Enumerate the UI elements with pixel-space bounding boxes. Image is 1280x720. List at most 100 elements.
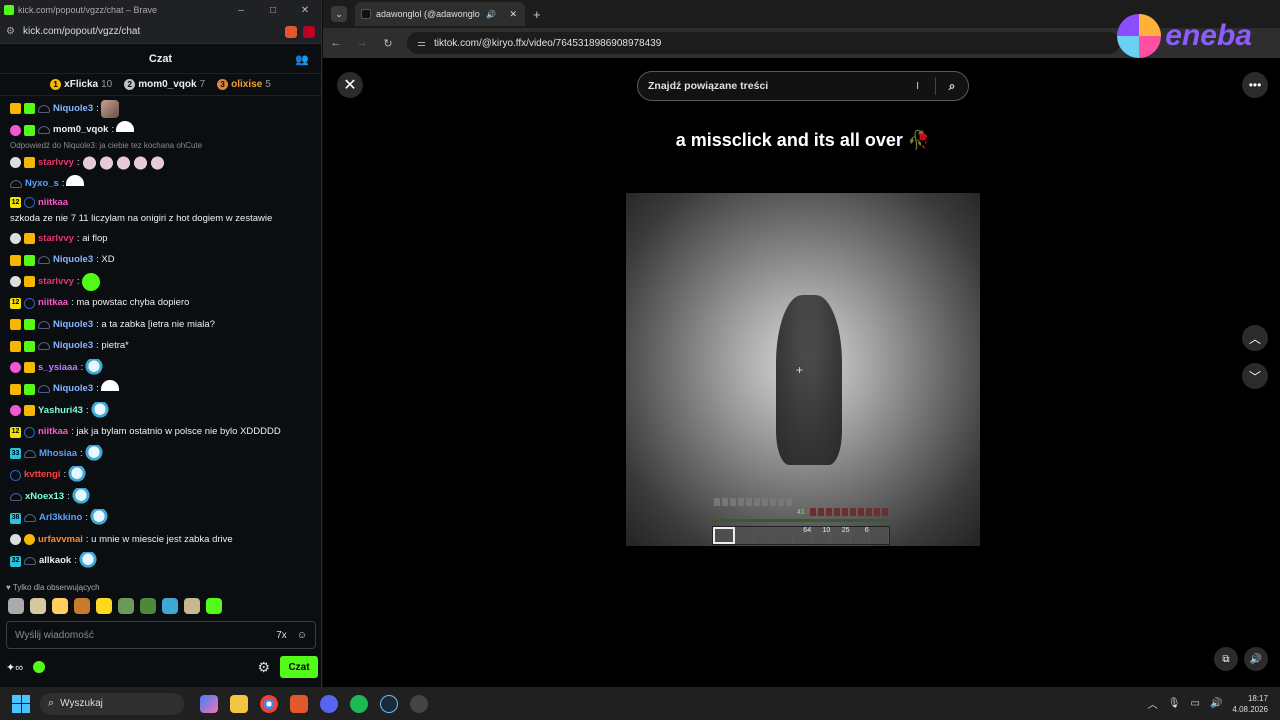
taskbar: ⌕ Wyszukaj ︿ 🎙 ▭ 🔊 18:17 4.08.2026: [0, 687, 1280, 720]
users-icon[interactable]: 👥: [295, 53, 309, 66]
steam-icon[interactable]: [380, 694, 398, 713]
chat-username[interactable]: allkaok: [39, 555, 71, 567]
maximize-button[interactable]: □: [257, 5, 289, 16]
sub-badge-icon: [10, 405, 21, 417]
sub-badge-icon: [10, 534, 21, 546]
file-explorer-icon[interactable]: [230, 694, 248, 713]
discord-icon[interactable]: [320, 694, 338, 713]
chat-username[interactable]: urfavvmai: [38, 534, 83, 546]
gear-icon[interactable]: ⚙: [257, 659, 270, 676]
chat-username[interactable]: Yashuri43: [38, 405, 83, 417]
gift-badge-icon: [24, 254, 35, 266]
chat-username[interactable]: starlvvy: [38, 276, 74, 288]
search-icon[interactable]: ⌕: [936, 79, 968, 94]
kicks-icon[interactable]: ✦∞: [6, 661, 23, 674]
rank-badge: 1: [50, 79, 62, 90]
kick-logo-icon[interactable]: [33, 661, 46, 673]
brave-icon[interactable]: [290, 694, 308, 713]
active-tab[interactable]: adawonglol (@adawonglol) 🔊 ✕: [355, 2, 525, 26]
previous-video-button[interactable]: ︿: [1242, 325, 1268, 351]
taskbar-search[interactable]: ⌕ Wyszukaj: [40, 692, 184, 715]
chat-title: Czat: [148, 52, 173, 65]
speaker-icon[interactable]: 🔊: [486, 10, 496, 19]
related-search-input[interactable]: Znajdź powiązane treści I ⌕: [637, 71, 969, 101]
emote-icon[interactable]: [162, 598, 178, 614]
emote-icon[interactable]: [206, 598, 222, 614]
reply-note[interactable]: Odpowiedź do Niquole3: ja ciebie tez koc…: [0, 141, 322, 152]
windows-start-icon[interactable]: [12, 694, 30, 713]
new-tab-icon[interactable]: +: [533, 7, 541, 22]
minimize-button[interactable]: –: [225, 5, 257, 16]
chat-message: starlvvy : ai flop: [0, 228, 322, 250]
chat-username[interactable]: starlvvy: [38, 233, 74, 245]
chat-text: szkoda ze nie 7 11 liczylam na onigiri z…: [10, 212, 273, 224]
chat-username[interactable]: Niquole3: [53, 340, 93, 352]
url-field[interactable]: ⚌ tiktok.com/@kiryo.ffx/video/7645318986…: [407, 32, 1120, 54]
chat-username[interactable]: kvttengi: [24, 469, 60, 481]
chat-username[interactable]: niitkaa: [38, 297, 68, 309]
chrome-icon[interactable]: [260, 694, 278, 713]
emoji-icon[interactable]: ☺: [297, 630, 307, 641]
emote-icon[interactable]: [52, 598, 68, 614]
chat-url[interactable]: kick.com/popout/vgzz/chat: [23, 26, 140, 37]
chat-username[interactable]: Nyxo_s: [25, 178, 59, 190]
site-settings-icon[interactable]: ⚙: [6, 26, 15, 37]
sub-badge-icon: 32: [10, 555, 21, 567]
emote-icon[interactable]: [8, 598, 24, 614]
microphone-icon[interactable]: 🎙: [1168, 698, 1181, 709]
speaker-icon[interactable]: 🔊: [1210, 698, 1222, 709]
volume-button[interactable]: 🔊: [1244, 647, 1268, 671]
chat-username[interactable]: xNoex13: [25, 491, 64, 503]
emote-icon[interactable]: [140, 598, 156, 614]
brave-shields-icon[interactable]: [285, 25, 297, 38]
forward-icon[interactable]: →: [349, 37, 375, 49]
chat-message: starlvvy :: [0, 152, 322, 174]
chat-message: Nyxo_s :: [0, 174, 322, 196]
back-icon[interactable]: ←: [323, 37, 349, 49]
video-player[interactable]: + 41 64 10 25 6: [626, 193, 980, 546]
chevron-up-icon[interactable]: ︿: [1148, 696, 1158, 711]
display-icon[interactable]: ▭: [1191, 698, 1200, 709]
picture-in-picture-button[interactable]: ⧉: [1214, 647, 1238, 671]
chat-username[interactable]: starlvvy: [38, 157, 74, 169]
chat-username[interactable]: s_ysiaaa: [38, 362, 78, 374]
emote-icon[interactable]: [96, 598, 112, 614]
chat-message: 12 niitkaa szkoda ze nie 7 11 liczylam n…: [0, 195, 322, 228]
emote-icon[interactable]: [30, 598, 46, 614]
translate-icon[interactable]: 7x: [276, 630, 287, 641]
copilot-icon[interactable]: [200, 694, 218, 713]
chat-username[interactable]: niitkaa: [38, 197, 68, 209]
close-video-button[interactable]: ✕: [337, 72, 363, 98]
chat-bottom-bar: ✦∞ ⚙ Czat: [6, 656, 318, 678]
kick-logo-icon: [4, 5, 14, 15]
close-window-button[interactable]: ✕: [289, 5, 321, 16]
chat-username[interactable]: Niquole3: [53, 254, 93, 266]
leaderboard-item[interactable]: 2 mom0_vqok 7: [124, 79, 205, 90]
chat-username[interactable]: Niquole3: [53, 103, 93, 115]
reload-icon[interactable]: ↻: [375, 37, 401, 50]
chat-username[interactable]: Niquole3: [53, 319, 93, 331]
chat-message-input[interactable]: Wyślij wiadomość 7x ☺: [6, 621, 316, 649]
next-video-button[interactable]: ﹀: [1242, 363, 1268, 389]
emote-icon[interactable]: [184, 598, 200, 614]
chat-username[interactable]: niitkaa: [38, 426, 68, 438]
site-info-icon[interactable]: ⚌: [417, 38, 426, 49]
send-chat-button[interactable]: Czat: [280, 656, 318, 678]
chat-username[interactable]: Niquole3: [53, 383, 93, 395]
brave-rewards-icon[interactable]: [303, 25, 315, 38]
sub-badge-icon: [10, 276, 21, 288]
tab-list-icon[interactable]: ⌄: [331, 6, 347, 22]
chat-username[interactable]: Mhosiaa: [39, 448, 77, 460]
app-icon[interactable]: [410, 694, 428, 713]
chat-username[interactable]: mom0_vqok: [53, 124, 108, 136]
more-options-button[interactable]: •••: [1242, 72, 1268, 98]
chat-titlebar: kick.com/popout/vgzz/chat – Brave – □ ✕: [0, 0, 321, 20]
clock[interactable]: 18:17 4.08.2026: [1232, 693, 1268, 715]
spotify-icon[interactable]: [350, 694, 368, 713]
emote-icon[interactable]: [74, 598, 90, 614]
chat-username[interactable]: Arl3kkino: [39, 512, 82, 524]
leaderboard-item[interactable]: 1 xFlicka 10: [50, 79, 112, 90]
close-tab-icon[interactable]: ✕: [509, 9, 517, 20]
emote-icon[interactable]: [118, 598, 134, 614]
leaderboard-item[interactable]: 3 olixise 5: [217, 79, 271, 90]
